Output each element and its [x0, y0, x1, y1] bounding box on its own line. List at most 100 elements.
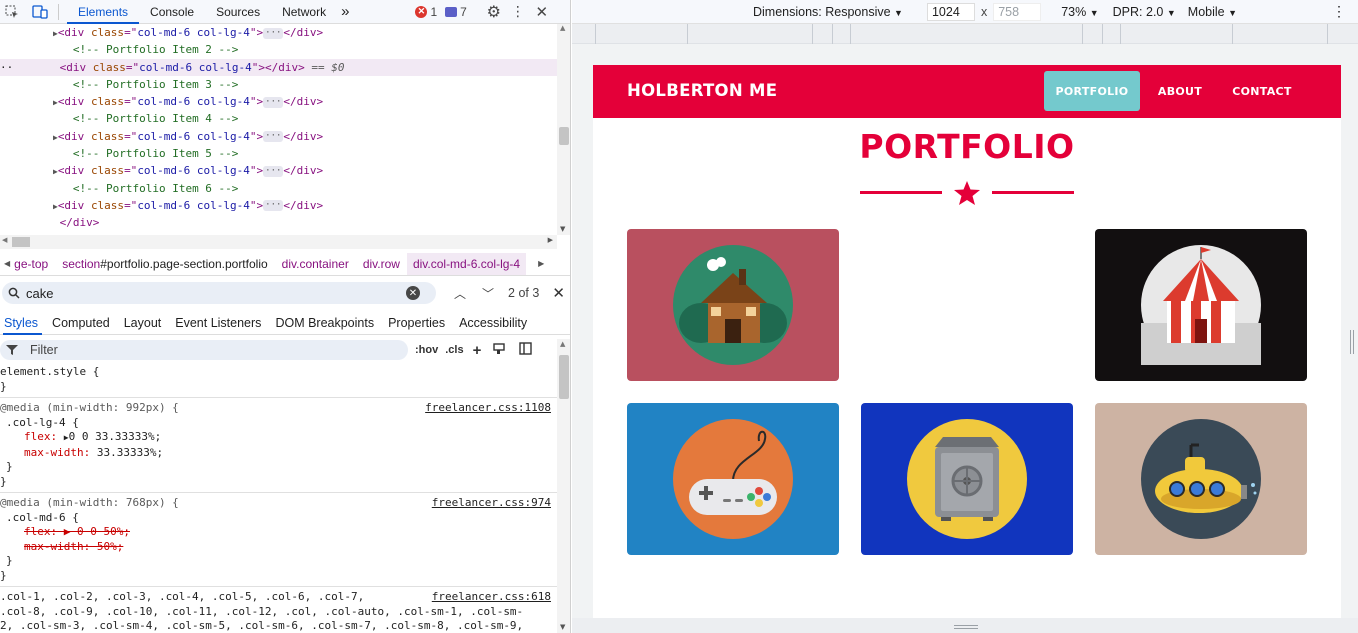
dom-tree-node[interactable]: ▶<div class="col-md-6 col-lg-4"> ··· </div…: [0, 197, 557, 214]
ruler-tick[interactable]: [595, 24, 596, 44]
ruler-tick[interactable]: [850, 24, 851, 44]
tab-console[interactable]: Console: [139, 0, 205, 24]
css-declaration[interactable]: max-width: 33.33333%;: [0, 446, 557, 461]
close-devtools-icon[interactable]: ✕: [532, 2, 552, 22]
portfolio-card-gamepad[interactable]: [627, 403, 839, 555]
error-badge[interactable]: ✕ 1: [415, 5, 437, 19]
more-options-icon[interactable]: ⋮: [1332, 3, 1346, 20]
tab-elements[interactable]: Elements: [67, 0, 140, 24]
resize-handle-bottom[interactable]: [954, 628, 978, 629]
portfolio-card-circus[interactable]: [1095, 229, 1307, 381]
ruler-tick[interactable]: [832, 24, 833, 44]
dom-tree-node[interactable]: <!-- Portfolio Item 5 -->: [0, 145, 557, 162]
hov-toggle[interactable]: :hov: [415, 344, 438, 356]
tab-dom-breakpoints[interactable]: DOM Breakpoints: [268, 311, 381, 335]
portfolio-card-submarine[interactable]: [1095, 403, 1307, 555]
dom-tree-hscrollbar[interactable]: ◀ ▶: [0, 235, 557, 249]
color-format-icon[interactable]: [493, 342, 506, 358]
scroll-up-icon[interactable]: ▲: [560, 340, 565, 348]
element-style-rule[interactable]: element.style { }: [0, 364, 557, 398]
tab-event-listeners[interactable]: Event Listeners: [168, 311, 268, 335]
inspect-element-icon[interactable]: [2, 2, 22, 22]
device-toggle-icon[interactable]: [30, 2, 50, 22]
scroll-down-icon[interactable]: ▼: [560, 623, 565, 631]
message-badge[interactable]: 7: [445, 5, 467, 19]
breadcrumb-left-icon[interactable]: ◀: [0, 259, 14, 268]
toggle-sidebar-icon[interactable]: [519, 342, 533, 358]
rule-source-link[interactable]: freelancer.css:618: [432, 590, 551, 605]
search-next-icon[interactable]: ﹀: [482, 285, 494, 302]
dom-tree-node[interactable]: ▶<div class="col-md-6 col-lg-4"> ··· </div…: [0, 24, 557, 41]
css-rule-col-lg-4[interactable]: freelancer.css:1108 @media (min-width: 9…: [0, 398, 557, 493]
dimensions-dropdown[interactable]: Dimensions: Responsive ▼: [753, 5, 903, 19]
rule-source-link[interactable]: freelancer.css:1108: [425, 401, 551, 416]
collapsed-content-icon[interactable]: ···: [263, 96, 284, 108]
scroll-up-icon[interactable]: ▲: [560, 24, 565, 32]
breadcrumb-right-icon[interactable]: ▶: [534, 259, 548, 268]
scroll-right-icon[interactable]: ▶: [548, 236, 553, 244]
more-options-icon[interactable]: ⋮: [508, 2, 528, 22]
dom-tree-node[interactable]: <!-- Portfolio Item 2 -->: [0, 41, 557, 58]
tab-accessibility[interactable]: Accessibility: [452, 311, 534, 335]
dom-tree-scrollbar[interactable]: ▲ ▼: [557, 24, 570, 235]
dom-tree-node[interactable]: <!-- Portfolio Item 4 -->: [0, 110, 557, 127]
mode-dropdown[interactable]: Mobile ▼: [1188, 5, 1237, 19]
dom-tree-node[interactable]: ·· <div class="col-md-6 col-lg-4"></div>…: [0, 58, 557, 76]
css-declaration[interactable]: flex: ▶0 0 33.33333%;: [0, 430, 557, 446]
overridden-declaration[interactable]: max-width: 50%;: [0, 540, 557, 555]
height-input[interactable]: [993, 2, 1042, 21]
tab-computed[interactable]: Computed: [45, 311, 117, 335]
portfolio-card-safe[interactable]: [861, 403, 1073, 555]
portfolio-card-cabin[interactable]: [627, 229, 839, 381]
width-input[interactable]: [926, 2, 975, 21]
scrollbar-thumb[interactable]: [559, 127, 569, 145]
new-style-rule-icon[interactable]: +: [473, 342, 482, 359]
nav-contact[interactable]: CONTACT: [1223, 71, 1301, 111]
breadcrumb-item-row[interactable]: div.row: [356, 257, 407, 271]
settings-gear-icon[interactable]: ⚙: [484, 2, 504, 22]
dom-tree-node[interactable]: <!-- Portfolio Item 6 -->: [0, 180, 557, 197]
ruler-tick[interactable]: [1327, 24, 1328, 44]
zoom-dropdown[interactable]: 73% ▼: [1061, 5, 1098, 19]
search-prev-icon[interactable]: ︿: [454, 285, 466, 302]
rule-source-link[interactable]: freelancer.css:974: [432, 496, 551, 511]
ruler-tick[interactable]: [1082, 24, 1083, 44]
nav-portfolio[interactable]: PORTFOLIO: [1044, 71, 1140, 111]
hscrollbar-thumb[interactable]: [12, 237, 30, 247]
more-tabs-button[interactable]: »: [337, 0, 353, 24]
collapsed-content-icon[interactable]: ···: [263, 165, 284, 177]
dom-tree-node[interactable]: <!-- Portfolio Item 3 -->: [0, 76, 557, 93]
css-rule-col-md-6[interactable]: freelancer.css:974 @media (min-width: 76…: [0, 493, 557, 587]
site-brand[interactable]: HOLBERTON ME: [627, 81, 777, 100]
ruler-tick[interactable]: [812, 24, 813, 44]
scroll-down-icon[interactable]: ▼: [560, 225, 565, 233]
tab-network[interactable]: Network: [271, 0, 337, 24]
resize-handle-right[interactable]: [1353, 330, 1354, 354]
collapsed-content-icon[interactable]: ···: [263, 200, 284, 212]
breadcrumb-item-col[interactable]: div.col-md-6.col-lg-4: [406, 252, 527, 275]
tab-sources[interactable]: Sources: [205, 0, 271, 24]
breadcrumb-item-container[interactable]: div.container: [275, 257, 356, 271]
collapsed-content-icon[interactable]: ···: [263, 131, 284, 143]
scrollbar-thumb[interactable]: [559, 355, 569, 399]
resize-handle-bottom[interactable]: [954, 625, 978, 626]
dom-tree-node[interactable]: ▶<div class="col-md-6 col-lg-4"> ··· </div…: [0, 93, 557, 110]
filter-input[interactable]: Filter: [0, 340, 408, 360]
css-rule-col-grid[interactable]: freelancer.css:618 .col-1, .col-2, .col-…: [0, 587, 557, 633]
tab-layout[interactable]: Layout: [117, 311, 169, 335]
resize-handle-right[interactable]: [1350, 330, 1351, 354]
media-query-ruler[interactable]: [572, 24, 1358, 44]
dom-tree-node[interactable]: ▶<div class="col-md-6 col-lg-4"> ··· </div…: [0, 128, 557, 145]
overridden-declaration[interactable]: flex: ▶ 0 0 50%;: [0, 525, 557, 540]
ruler-tick[interactable]: [1120, 24, 1121, 44]
breadcrumb-item-section[interactable]: section#portfolio.page-section.portfolio: [55, 257, 274, 271]
tab-styles[interactable]: Styles: [0, 311, 45, 335]
close-search-icon[interactable]: ✕: [552, 284, 565, 302]
dom-tree-node[interactable]: </div>: [0, 214, 557, 231]
node-actions-icon[interactable]: ··: [0, 59, 13, 76]
ruler-tick[interactable]: [687, 24, 688, 44]
breadcrumb-item-page-top[interactable]: ge-top: [14, 257, 55, 271]
tab-properties[interactable]: Properties: [381, 311, 452, 335]
dpr-dropdown[interactable]: DPR: 2.0 ▼: [1113, 5, 1176, 19]
cls-toggle[interactable]: .cls: [445, 344, 463, 356]
